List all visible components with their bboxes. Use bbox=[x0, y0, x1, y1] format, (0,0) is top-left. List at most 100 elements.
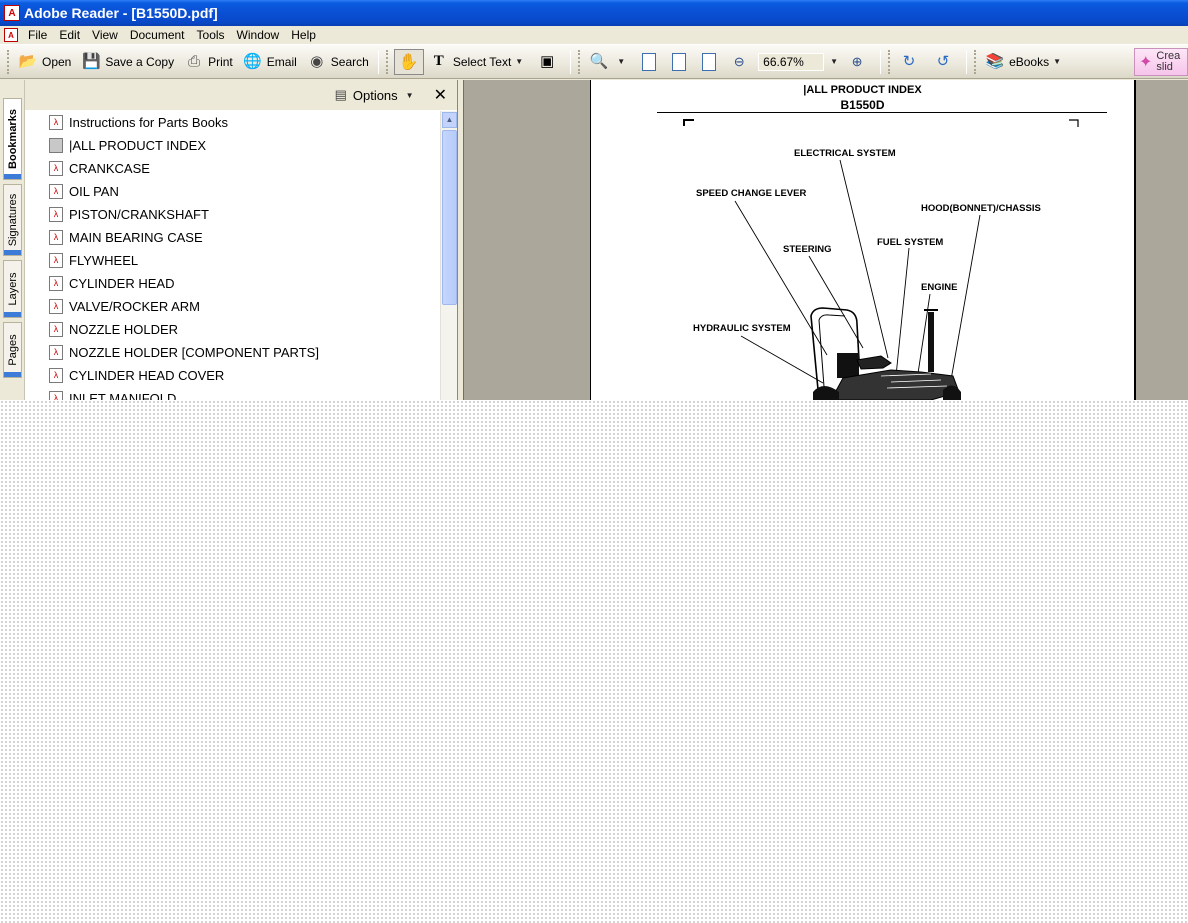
open-button[interactable]: 📂 Open bbox=[13, 49, 76, 75]
zoom-in-tool-button[interactable]: 🔍 ▼ bbox=[584, 49, 634, 75]
bookmark-item[interactable]: λ INLET MANIFOLD bbox=[49, 387, 176, 400]
ebooks-button[interactable]: 📚 eBooks ▼ bbox=[980, 49, 1070, 75]
email-globe-icon: 🌐 bbox=[243, 53, 263, 70]
tab-layers-label: Layers bbox=[6, 272, 19, 306]
toolbar-grip-4[interactable] bbox=[888, 49, 891, 74]
scroll-thumb[interactable] bbox=[442, 130, 457, 305]
pdf-bookmark-icon: λ bbox=[49, 367, 63, 383]
rotate-clockwise-icon: ↻ bbox=[902, 53, 916, 70]
bookmark-item[interactable]: λ OIL PAN bbox=[49, 180, 119, 202]
pdf-bookmark-icon: λ bbox=[49, 390, 63, 400]
label-speed-change-lever: SPEED CHANGE LEVER bbox=[696, 188, 807, 199]
zoom-tool-dropdown-icon[interactable]: ▼ bbox=[617, 57, 625, 66]
toolbar-grip-3[interactable] bbox=[578, 49, 581, 74]
bookmarks-panel: ▤ Options ▼ ✕ λ Instructions for Parts Bo… bbox=[25, 80, 458, 400]
zoom-in-icon: ⊕ bbox=[851, 54, 863, 69]
bookmark-item[interactable]: λ MAIN BEARING CASE bbox=[49, 226, 203, 248]
navigation-tabs: Bookmarks Signatures Layers Pages bbox=[0, 80, 25, 400]
bookmark-item[interactable]: |ALL PRODUCT INDEX bbox=[49, 134, 206, 156]
tab-bookmarks[interactable]: Bookmarks bbox=[3, 98, 22, 180]
bookmark-item[interactable]: λ NOZZLE HOLDER [COMPONENT PARTS] bbox=[49, 341, 319, 363]
hand-tool-button[interactable]: ✋ bbox=[393, 48, 424, 75]
print-label: Print bbox=[208, 54, 233, 69]
select-text-dropdown-icon[interactable]: ▼ bbox=[515, 57, 523, 66]
document-menu-icon[interactable]: A bbox=[4, 28, 18, 42]
label-steering: STEERING bbox=[783, 244, 832, 255]
bookmark-label: Instructions for Parts Books bbox=[69, 114, 228, 130]
printer-icon: ⎙ bbox=[188, 53, 201, 70]
select-text-button[interactable]: T Select Text ▼ bbox=[424, 49, 532, 75]
scroll-up-icon[interactable]: ▲ bbox=[442, 112, 457, 128]
zoom-level-field[interactable]: 66.67% bbox=[758, 52, 825, 71]
create-slideshow-button[interactable]: ✦ Crea slid bbox=[1134, 48, 1188, 76]
binoculars-icon: ◉ bbox=[310, 53, 324, 70]
bookmark-item[interactable]: λ VALVE/ROCKER ARM bbox=[49, 295, 200, 317]
fit-page-icon[interactable] bbox=[672, 52, 687, 71]
tab-pages[interactable]: Pages bbox=[3, 322, 22, 378]
tab-bookmarks-strip bbox=[4, 174, 21, 179]
rotate-clockwise-button[interactable]: ↻ bbox=[894, 49, 928, 75]
adobe-reader-window: A Adobe Reader - [B1550D.pdf] A File Edi… bbox=[0, 0, 1188, 400]
pdf-bookmark-icon: λ bbox=[49, 229, 63, 245]
bookmarks-scrollbar[interactable]: ▲ bbox=[440, 111, 457, 400]
save-disk-icon: 💾 bbox=[82, 53, 101, 70]
zoom-in-button[interactable]: ⊕ bbox=[842, 49, 876, 75]
open-label: Open bbox=[42, 54, 72, 69]
menu-window[interactable]: Window bbox=[231, 27, 286, 44]
bookmark-label: CYLINDER HEAD COVER bbox=[69, 367, 225, 383]
close-panel-icon[interactable]: ✕ bbox=[434, 85, 447, 105]
zoom-out-icon: ⊖ bbox=[733, 54, 745, 69]
bookmark-item[interactable]: λ NOZZLE HOLDER bbox=[49, 318, 178, 340]
tractor-illustration bbox=[683, 119, 1079, 400]
actual-size-icon[interactable] bbox=[642, 52, 657, 71]
print-button[interactable]: ⎙ Print bbox=[179, 49, 238, 75]
bookmark-label: FLYWHEEL bbox=[69, 252, 139, 268]
snapshot-button[interactable]: ▣ bbox=[532, 49, 566, 75]
bookmark-label: CYLINDER HEAD bbox=[69, 275, 175, 291]
bookmark-label: NOZZLE HOLDER bbox=[69, 321, 179, 337]
fit-width-icon[interactable] bbox=[702, 52, 717, 71]
open-folder-icon: 📂 bbox=[18, 53, 38, 70]
tab-layers[interactable]: Layers bbox=[3, 260, 22, 318]
bookmark-item[interactable]: λ CYLINDER HEAD bbox=[49, 272, 174, 294]
bookmark-item[interactable]: λ CYLINDER HEAD COVER bbox=[49, 364, 224, 386]
save-copy-button[interactable]: 💾 Save a Copy bbox=[76, 49, 179, 75]
bookmark-label: |ALL PRODUCT INDEX bbox=[69, 137, 207, 153]
rotate-counterclockwise-button[interactable]: ↺ bbox=[928, 49, 962, 75]
bookmark-item[interactable]: λ CRANKCASE bbox=[49, 157, 150, 179]
select-text-label: Select Text bbox=[452, 54, 512, 69]
menu-view[interactable]: View bbox=[86, 27, 124, 44]
menu-file[interactable]: File bbox=[22, 27, 53, 44]
menu-edit[interactable]: Edit bbox=[53, 27, 86, 44]
options-label: Options bbox=[352, 87, 398, 103]
toolbar-grip-2[interactable] bbox=[385, 49, 389, 74]
toolbar-grip[interactable] bbox=[7, 49, 10, 74]
zoom-out-button[interactable]: ⊖ bbox=[724, 49, 758, 75]
toolbar-separator-3 bbox=[880, 49, 882, 74]
pdf-bookmark-icon: λ bbox=[49, 160, 63, 176]
ebooks-dropdown-icon[interactable]: ▼ bbox=[1053, 57, 1061, 66]
menu-help[interactable]: Help bbox=[285, 27, 322, 44]
toolbar-grip-5[interactable] bbox=[974, 49, 977, 74]
document-view[interactable]: |ALL PRODUCT INDEX B1550D ELECTRICAL SYS… bbox=[463, 80, 1188, 400]
toolbar-separator bbox=[377, 49, 379, 74]
zoom-dropdown-icon[interactable]: ▼ bbox=[830, 57, 838, 66]
bookmark-label: PISTON/CRANKSHAFT bbox=[69, 206, 209, 222]
tab-signatures[interactable]: Signatures bbox=[3, 184, 22, 256]
pdf-bookmark-icon: λ bbox=[49, 183, 63, 199]
label-hood-chassis: HOOD(BONNET)/CHASSIS bbox=[921, 203, 1041, 214]
email-button[interactable]: 🌐 Email bbox=[238, 49, 302, 75]
tab-pages-label: Pages bbox=[6, 334, 19, 366]
options-button[interactable]: ▤ Options ▼ bbox=[335, 87, 418, 103]
label-engine: ENGINE bbox=[921, 282, 958, 293]
search-button[interactable]: ◉ Search bbox=[302, 49, 374, 75]
magnifier-icon: 🔍 bbox=[589, 53, 609, 70]
save-copy-label: Save a Copy bbox=[105, 54, 175, 69]
bookmark-item[interactable]: λ Instructions for Parts Books bbox=[49, 111, 228, 133]
bookmarks-list: λ Instructions for Parts Books |ALL PRODU… bbox=[25, 111, 440, 400]
menu-document[interactable]: Document bbox=[124, 27, 191, 44]
bookmark-item[interactable]: λ PISTON/CRANKSHAFT bbox=[49, 203, 209, 225]
label-hydraulic-system: HYDRAULIC SYSTEM bbox=[693, 323, 791, 334]
menu-tools[interactable]: Tools bbox=[191, 27, 231, 44]
bookmark-item[interactable]: λ FLYWHEEL bbox=[49, 249, 138, 271]
